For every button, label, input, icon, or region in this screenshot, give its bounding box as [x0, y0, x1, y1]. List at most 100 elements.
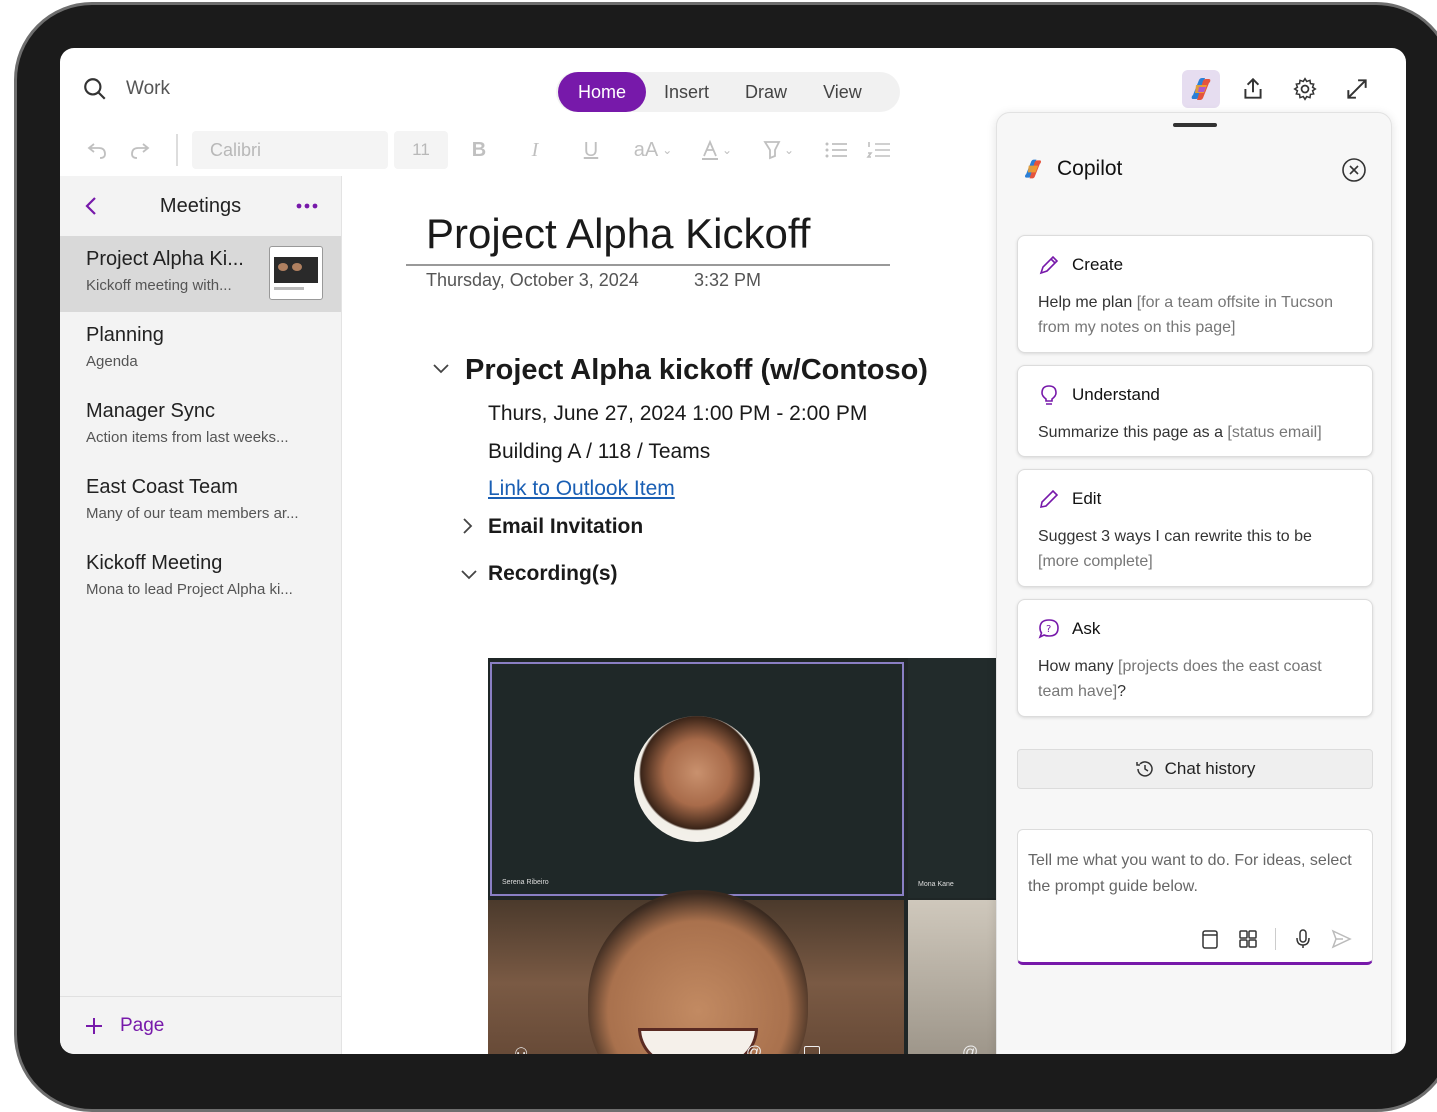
copilot-icon — [1191, 78, 1211, 100]
page-item-east-coast-team[interactable]: East Coast Team Many of our team members… — [60, 464, 341, 540]
tab-insert[interactable]: Insert — [646, 72, 727, 112]
card-prompt: Summarize this page as a [status email] — [1038, 420, 1352, 445]
share-button[interactable] — [1234, 70, 1272, 108]
close-button[interactable] — [1341, 157, 1367, 188]
drag-handle[interactable] — [1173, 123, 1217, 127]
expand-icon — [1347, 79, 1367, 99]
email-invitation-heading[interactable]: Email Invitation — [488, 515, 643, 539]
copilot-prompt-input[interactable]: Tell me what you want to do. For ideas, … — [1017, 829, 1373, 965]
question-bubble-icon: ? — [1038, 619, 1059, 639]
card-label: Understand — [1072, 385, 1160, 404]
ribbon-toolbar: Calibri 11 B I U aA ⌄ ⌄ ⌄ — [60, 126, 1000, 174]
microphone-icon[interactable] — [1292, 928, 1314, 950]
prompt-card-create[interactable]: Create Help me plan [for a team offsite … — [1017, 235, 1373, 353]
input-actions — [1199, 928, 1352, 950]
share-icon — [1244, 77, 1262, 99]
recordings-heading[interactable]: Recording(s) — [488, 562, 618, 586]
prompt-text: Help me plan — [1038, 294, 1137, 311]
redo-button[interactable] — [112, 138, 168, 162]
pencil-icon — [1039, 489, 1059, 509]
page-item-manager-sync[interactable]: Manager Sync Action items from last week… — [60, 388, 341, 464]
highlighter-icon — [763, 141, 781, 160]
page-thumbnail — [269, 246, 323, 300]
page-item-kickoff-meeting[interactable]: Kickoff Meeting Mona to lead Project Alp… — [60, 540, 341, 616]
chat-history-button[interactable]: Chat history — [1017, 749, 1373, 789]
page-title[interactable]: Project Alpha Kickoff — [426, 210, 810, 258]
back-chevron-icon[interactable] — [82, 195, 102, 217]
fullscreen-button[interactable] — [1338, 70, 1376, 108]
underline-button[interactable]: U — [560, 139, 622, 162]
copilot-button[interactable] — [1182, 70, 1220, 108]
page-item-title: Planning — [86, 324, 164, 346]
add-person-icon[interactable]: ⚇ — [514, 1044, 528, 1054]
prompt-placeholder: [status email] — [1227, 424, 1322, 441]
page-date: Thursday, October 3, 2024 — [426, 270, 639, 290]
bullet-list-button[interactable] — [808, 138, 864, 162]
font-size-select[interactable]: 11 — [394, 131, 448, 169]
collapse-chevron-icon[interactable] — [431, 362, 451, 376]
page-item-subtitle: Action items from last weeks... — [86, 429, 289, 446]
video-tile-participant — [488, 890, 904, 1054]
meeting-time[interactable]: Thurs, June 27, 2024 1:00 PM - 2:00 PM — [488, 402, 867, 426]
input-divider — [1275, 928, 1276, 950]
notebook-icon[interactable] — [1199, 928, 1221, 950]
tab-home[interactable]: Home — [558, 72, 647, 112]
page-time: 3:32 PM — [694, 270, 762, 290]
close-icon — [1342, 158, 1366, 182]
title-underline — [406, 264, 890, 266]
search-box[interactable]: Work — [82, 76, 170, 102]
font-color-button[interactable]: ⌄ — [684, 138, 746, 162]
copilot-icon — [1025, 159, 1041, 179]
card-header: ? Ask — [1038, 618, 1352, 640]
redo-icon — [131, 143, 150, 159]
chat-history-label: Chat history — [1164, 759, 1256, 778]
search-text: Work — [126, 78, 170, 99]
prompt-card-edit[interactable]: Edit Suggest 3 ways I can rewrite this t… — [1017, 469, 1373, 587]
prompt-text: Summarize this page as a — [1038, 424, 1228, 441]
participant-avatar — [634, 716, 760, 842]
copilot-header: Copilot — [1021, 157, 1122, 181]
page-item-subtitle: Kickoff meeting with... — [86, 277, 232, 294]
page-item-planning[interactable]: Planning Agenda — [60, 312, 341, 388]
more-options-icon[interactable] — [295, 202, 319, 210]
participant-name: Mona Kane — [918, 881, 954, 888]
mention-icon[interactable]: @ — [746, 1044, 762, 1054]
history-icon — [1135, 761, 1153, 777]
prompt-input-placeholder: Tell me what you want to do. For ideas, … — [1028, 852, 1352, 895]
prompt-card-understand[interactable]: Understand Summarize this page as a [sta… — [1017, 365, 1373, 457]
mention-icon[interactable]: @ — [962, 1044, 978, 1054]
font-size-grow-button[interactable]: aA ⌄ — [622, 139, 684, 162]
expand-chevron-icon[interactable] — [461, 516, 475, 536]
meeting-location[interactable]: Building A / 118 / Teams — [488, 440, 710, 464]
prompt-suffix: ? — [1117, 683, 1127, 700]
undo-button[interactable] — [82, 138, 112, 162]
plus-icon — [86, 1017, 102, 1034]
participant-name: Serena Ribeiro — [502, 879, 549, 886]
prompt-guide-icon[interactable] — [1237, 928, 1259, 950]
card-label: Create — [1072, 255, 1124, 274]
card-header: Create — [1038, 254, 1352, 276]
recording-video[interactable]: Serena Ribeiro Mona Kane ⚇ @ @ — [488, 658, 1028, 1054]
highlight-button[interactable]: ⌄ — [746, 138, 808, 162]
copilot-pane: Copilot Create Help me plan [for a team … — [996, 112, 1392, 1054]
video-tile-main: Serena Ribeiro — [490, 662, 904, 896]
italic-button[interactable]: I — [510, 139, 560, 162]
prompt-placeholder: [more complete] — [1038, 553, 1153, 570]
page-canvas[interactable]: Project Alpha Kickoff Thursday, October … — [343, 176, 1028, 1054]
add-page-button[interactable]: Page — [60, 996, 341, 1054]
font-family-select[interactable]: Calibri — [192, 131, 388, 169]
outlook-link[interactable]: Link to Outlook Item — [488, 477, 675, 501]
settings-button[interactable] — [1286, 70, 1324, 108]
numbered-list-button[interactable] — [864, 138, 894, 162]
meeting-heading[interactable]: Project Alpha kickoff (w/Contoso) — [465, 354, 928, 387]
tab-view[interactable]: View — [805, 72, 880, 112]
collapse-chevron-icon[interactable] — [459, 568, 479, 582]
prompt-card-ask[interactable]: ? Ask How many [projects does the east c… — [1017, 599, 1373, 717]
share-screen-icon[interactable] — [804, 1046, 820, 1054]
tab-draw[interactable]: Draw — [727, 72, 805, 112]
bold-button[interactable]: B — [448, 139, 510, 162]
section-header: Meetings — [60, 176, 341, 236]
send-icon[interactable] — [1330, 928, 1352, 950]
numbered-list-icon — [866, 142, 890, 158]
page-item-project-alpha[interactable]: Project Alpha Ki... Kickoff meeting with… — [60, 236, 341, 312]
